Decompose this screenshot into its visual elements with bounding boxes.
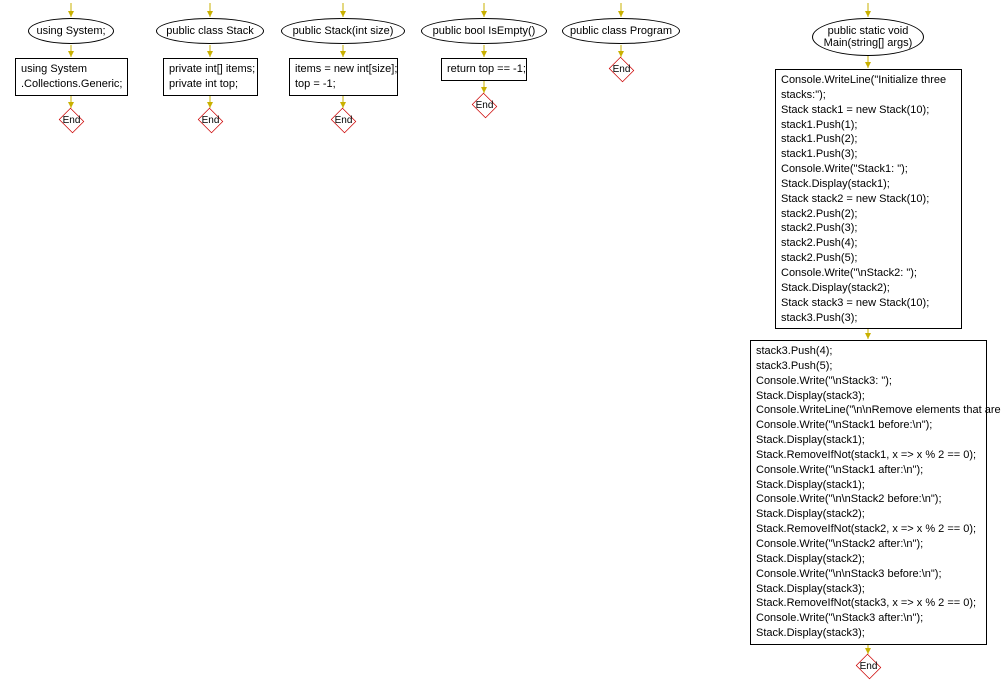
rect-main-block1: Console.WriteLine("Initialize three stac…	[775, 69, 962, 329]
ellipse-class-stack: public class Stack	[156, 18, 264, 44]
rect-main-block2: stack3.Push(4); stack3.Push(5); Console.…	[750, 340, 987, 645]
end-node: End	[471, 94, 498, 117]
rect-using-collections: using System .Collections.Generic;	[15, 58, 128, 96]
rect-stack-fields: private int[] items; private int top;	[163, 58, 258, 96]
ellipse-isempty: public bool IsEmpty()	[421, 18, 547, 44]
end-node: End	[58, 109, 85, 132]
ellipse-using-system: using System;	[28, 18, 114, 44]
end-node: End	[330, 109, 357, 132]
ellipse-main: public static void Main(string[] args)	[812, 18, 924, 56]
ellipse-stack-ctor: public Stack(int size)	[281, 18, 405, 44]
ellipse-main-line2: Main(string[] args)	[824, 37, 913, 49]
end-node: End	[855, 655, 882, 678]
flowchart-canvas: using System; using System .Collections.…	[0, 0, 1001, 684]
end-node: End	[197, 109, 224, 132]
ellipse-class-program: public class Program	[562, 18, 680, 44]
rect-stack-ctor-body: items = new int[size]; top = -1;	[289, 58, 398, 96]
end-node: End	[608, 58, 635, 81]
ellipse-main-line1: public static void	[828, 25, 909, 37]
rect-isempty-body: return top == -1;	[441, 58, 527, 81]
